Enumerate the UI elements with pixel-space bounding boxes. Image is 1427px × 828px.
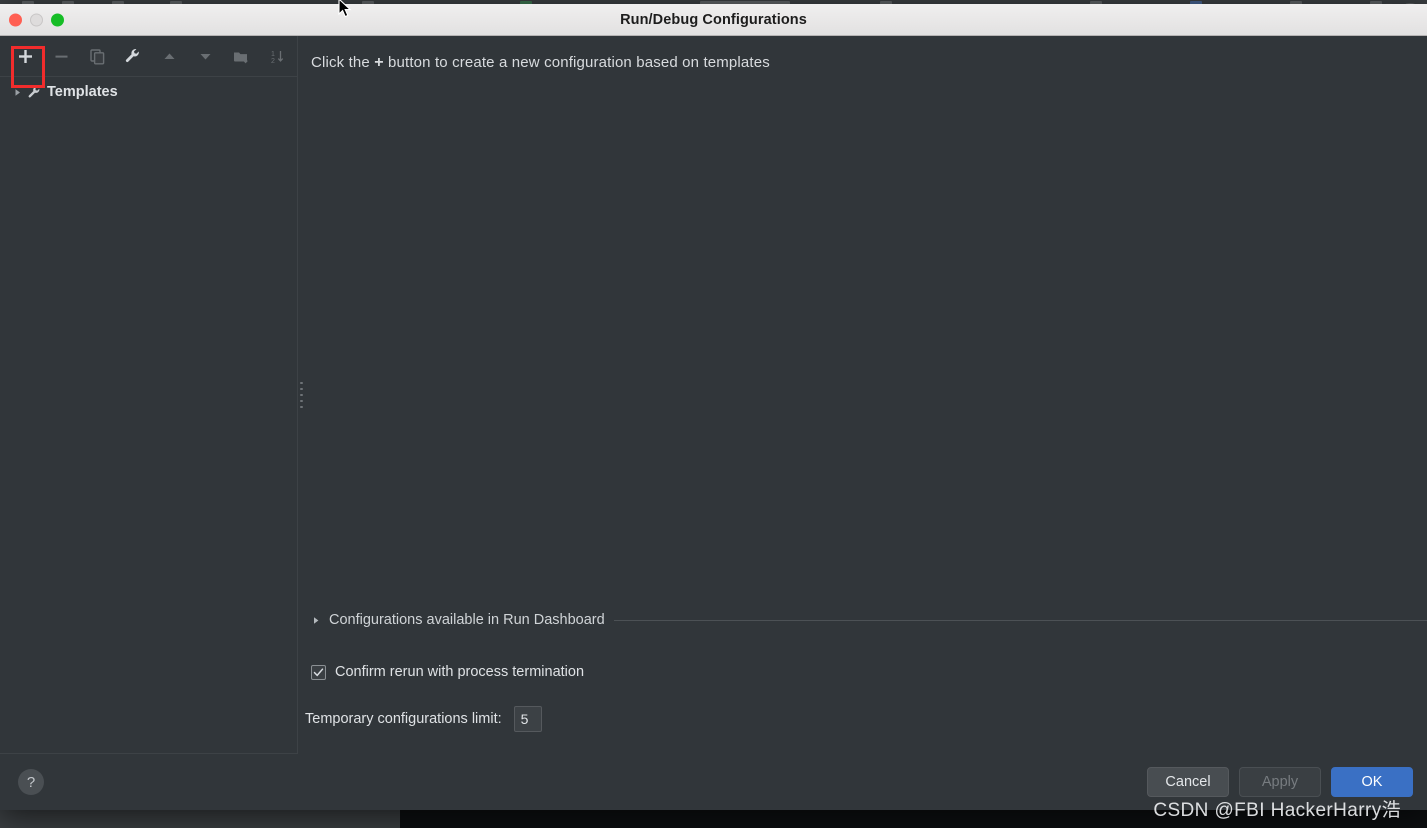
watermark-text: CSDN @FBI HackerHarry浩 (1153, 800, 1401, 821)
close-window-button[interactable] (9, 13, 22, 26)
detail-spacer (303, 72, 1427, 612)
dialog-action-buttons: Cancel Apply OK (1147, 767, 1413, 797)
screen: IC Run/Debug Configurations (0, 0, 1427, 828)
move-up-button[interactable] (156, 43, 182, 69)
svg-text:2: 2 (271, 58, 275, 65)
confirm-rerun-label: Confirm rerun with process termination (335, 664, 585, 680)
move-down-button[interactable] (192, 43, 218, 69)
section-divider-line (613, 619, 1427, 621)
cancel-button[interactable]: Cancel (1147, 767, 1229, 797)
window-controls (9, 13, 64, 26)
hint-plus-symbol: + (374, 54, 384, 71)
hint-prefix: Click the (311, 54, 370, 71)
chevron-right-icon[interactable] (311, 615, 320, 625)
sort-configurations-button[interactable]: 1 2 (264, 43, 290, 69)
dialog-titlebar[interactable]: Run/Debug Configurations (0, 4, 1427, 36)
tree-item-label: Templates (47, 84, 118, 100)
confirm-rerun-checkbox[interactable] (311, 664, 326, 680)
ide-background-bottom-left (0, 810, 400, 828)
move-into-folder-button[interactable] (228, 43, 254, 69)
maximize-window-button[interactable] (51, 13, 64, 26)
run-debug-configurations-dialog: Run/Debug Configurations 1 2 Templates C… (0, 4, 1427, 810)
chevron-right-icon[interactable] (12, 87, 22, 97)
wrench-icon (27, 85, 42, 100)
configurations-left-panel: 1 2 Templates (0, 36, 297, 754)
dialog-title: Run/Debug Configurations (620, 11, 807, 28)
dialog-body: 1 2 Templates Click the + button to crea… (0, 36, 1427, 754)
temporary-limit-label: Temporary configurations limit: (305, 711, 502, 727)
copy-configuration-button[interactable] (84, 43, 110, 69)
configurations-tree[interactable]: Templates (0, 76, 297, 754)
confirm-rerun-row[interactable]: Confirm rerun with process termination (311, 664, 1427, 680)
empty-state-hint: Click the + button to create a new confi… (311, 54, 1427, 72)
ok-button[interactable]: OK (1331, 767, 1413, 797)
edit-templates-button[interactable] (120, 43, 146, 69)
help-button[interactable]: ? (18, 769, 44, 795)
temporary-limit-row: Temporary configurations limit: (305, 706, 1427, 732)
temporary-limit-input[interactable] (513, 706, 542, 732)
minimize-window-button[interactable] (30, 13, 43, 26)
run-dashboard-section-label: Configurations available in Run Dashboar… (329, 612, 605, 628)
run-dashboard-section-header[interactable]: Configurations available in Run Dashboar… (311, 612, 1427, 628)
remove-configuration-button[interactable] (48, 43, 74, 69)
tree-item-templates[interactable]: Templates (0, 80, 297, 104)
configuration-detail-panel: Click the + button to create a new confi… (303, 36, 1427, 754)
svg-text:1: 1 (271, 51, 275, 58)
apply-button[interactable]: Apply (1239, 767, 1321, 797)
add-configuration-button[interactable] (12, 43, 38, 69)
hint-suffix: button to create a new configuration bas… (388, 54, 770, 71)
configurations-toolbar: 1 2 (0, 36, 297, 76)
detail-bottom-padding (303, 732, 1427, 754)
